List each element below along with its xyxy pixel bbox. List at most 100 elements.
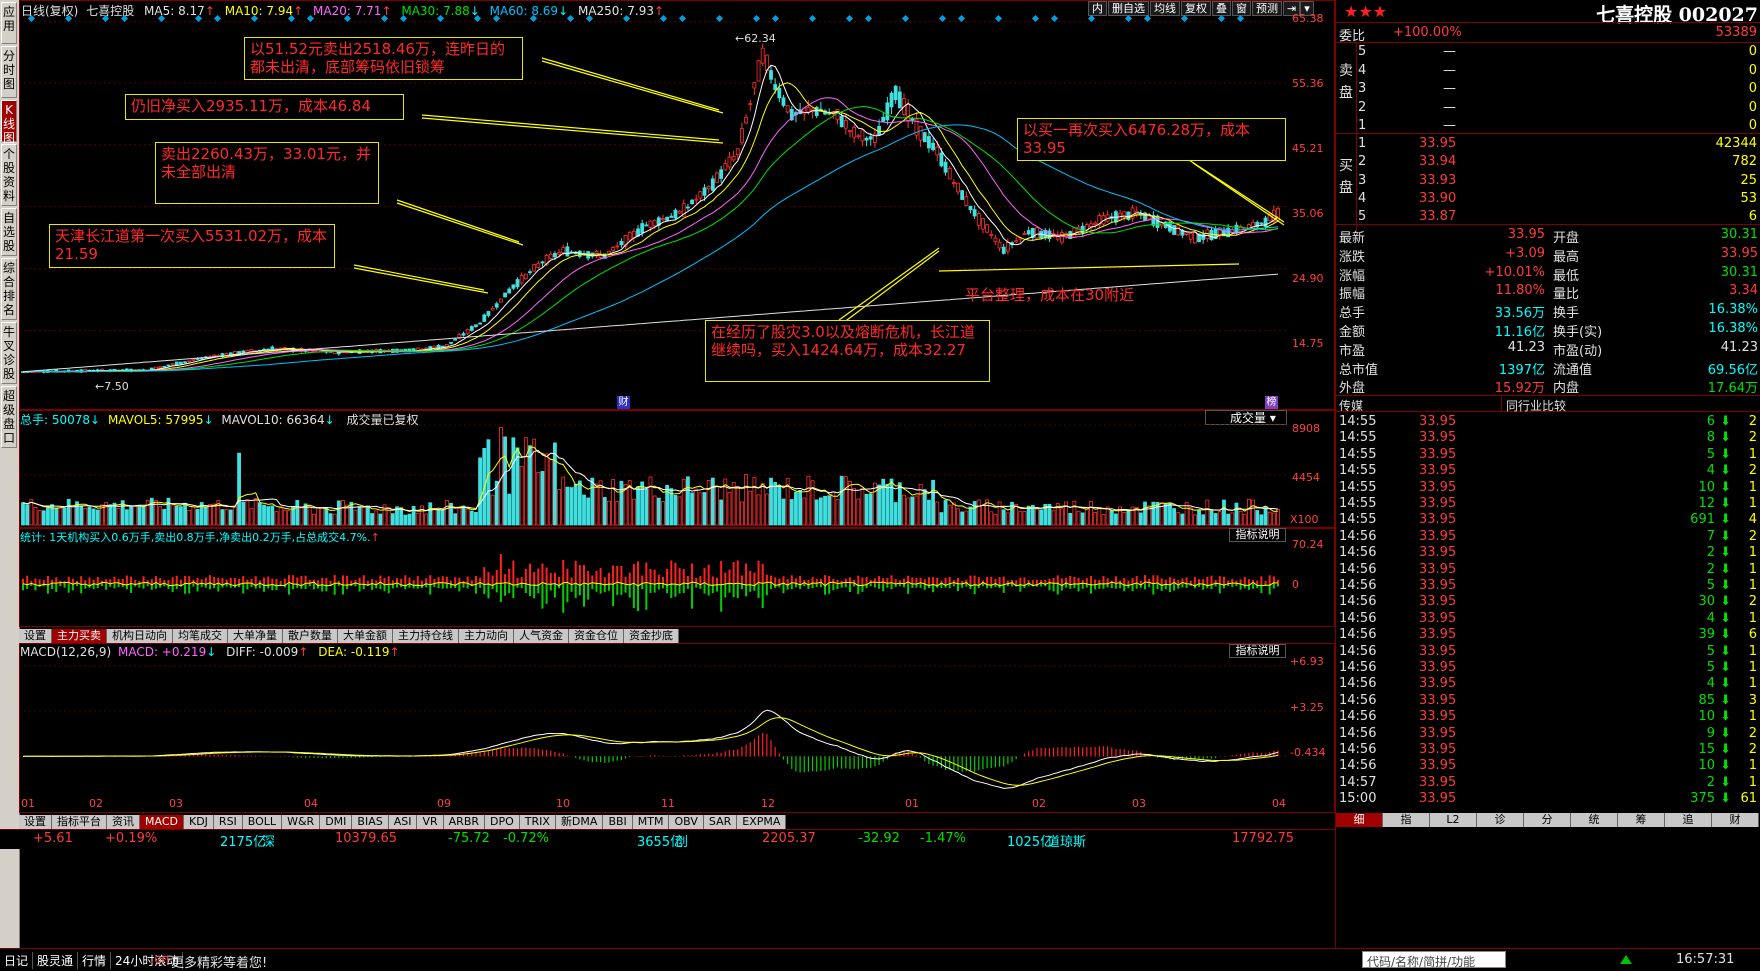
- volume-bar: [29, 499, 34, 526]
- indicator-tab-3[interactable]: 均笔成交: [173, 629, 228, 643]
- price-chart[interactable]: [19, 0, 1335, 410]
- indicator-tab-bottom-6[interactable]: BOLL: [242, 815, 283, 829]
- tick-count: 2: [1748, 414, 1757, 429]
- volume-bar: [46, 506, 50, 526]
- indicator-tab-bottom-7[interactable]: W&R: [282, 815, 321, 829]
- nav-diagnosis[interactable]: 牛叉诊股: [1, 322, 17, 384]
- indicator-tab-2[interactable]: 机构日动向: [107, 629, 173, 643]
- candle-body: [943, 161, 948, 173]
- indicator-tab-10[interactable]: 资金仓位: [569, 629, 624, 643]
- indicator-tab-bottom-17[interactable]: MTM: [632, 815, 670, 829]
- indicator-tab-0[interactable]: 设置: [19, 629, 52, 643]
- indicator-tab-bottom-5[interactable]: RSI: [213, 815, 243, 829]
- indicator-tab-bottom-1[interactable]: 指标平台: [52, 815, 107, 829]
- indicator-tab-1[interactable]: 主力买卖: [52, 629, 107, 643]
- indicator-tab-bottom-14[interactable]: TRIX: [519, 815, 556, 829]
- quote-tab-5[interactable]: 统: [1571, 813, 1618, 827]
- indicator-tab-bottom-16[interactable]: BBI: [603, 815, 633, 829]
- quote-tab-3[interactable]: 诊: [1477, 813, 1524, 827]
- indicator-tab-bottom-0[interactable]: 设置: [19, 815, 52, 829]
- ranking-marker[interactable]: 榜: [1265, 396, 1278, 409]
- finance-marker[interactable]: 财: [617, 396, 630, 409]
- volume-bar: [1060, 508, 1064, 526]
- quote-tab-6[interactable]: 筹: [1618, 813, 1665, 827]
- indicator-tab-bottom-18[interactable]: OBV: [669, 815, 704, 829]
- buy-level-row[interactable]: 1 33.95 42344: [1336, 135, 1760, 154]
- indicator-tab-bottom-9[interactable]: BIAS: [352, 815, 389, 829]
- volume-bar: [307, 506, 312, 526]
- indicator-tab-bottom-15[interactable]: 新DMA: [555, 815, 604, 829]
- candle-body: [1188, 233, 1193, 240]
- sell-level-row[interactable]: 4 — 0: [1336, 62, 1760, 81]
- indicator-tab-bottom-10[interactable]: ASI: [388, 815, 418, 829]
- indicator-tab-bottom-2[interactable]: 资讯: [107, 815, 140, 829]
- indicator-tab-4[interactable]: 大单净量: [228, 629, 283, 643]
- indicator-tab-bottom-20[interactable]: EXPMA: [737, 815, 787, 829]
- indicator-tab-7[interactable]: 主力持仓线: [393, 629, 459, 643]
- buy-level-row[interactable]: 4 33.90 53: [1336, 190, 1760, 209]
- peer-compare-tab[interactable]: 同行业比较: [1506, 397, 1566, 414]
- indicator-tab-6[interactable]: 大单金额: [338, 629, 393, 643]
- nav-kline-chart[interactable]: K线图: [1, 100, 17, 145]
- candle-body: [968, 205, 973, 211]
- quote-tab-4[interactable]: 分: [1524, 813, 1571, 827]
- indicator-tab-bottom-13[interactable]: DPO: [485, 815, 520, 829]
- sell-level-row[interactable]: 2 — 0: [1336, 99, 1760, 118]
- down-arrow-icon: ⬇: [1720, 463, 1731, 479]
- indicator-tab-11[interactable]: 资金抄底: [624, 629, 679, 643]
- candle-body: [964, 196, 969, 206]
- volume-bar: [1251, 499, 1255, 526]
- status-item-0[interactable]: 日记: [0, 952, 34, 969]
- buy-level-row[interactable]: 3 33.93 25: [1336, 172, 1760, 191]
- volume-bar: [407, 513, 412, 526]
- sell-level-row[interactable]: 5 — 0: [1336, 43, 1760, 62]
- nav-intraday-chart[interactable]: 分时图: [1, 46, 17, 98]
- indicator-tab-9[interactable]: 人气资金: [514, 629, 569, 643]
- nav-watchlist[interactable]: 自选股: [1, 208, 17, 256]
- quote-tab-2[interactable]: L2: [1430, 813, 1477, 827]
- volume-bar: [631, 498, 636, 526]
- event-marker: [473, 14, 482, 23]
- nav-stock-profile[interactable]: 个股资料: [1, 144, 17, 206]
- indicator-tab-bottom-19[interactable]: SAR: [703, 815, 738, 829]
- indicator-tab-bottom-12[interactable]: ARBR: [443, 815, 486, 829]
- indicator-tab-bottom-3[interactable]: MACD: [140, 815, 184, 829]
- macd-chart[interactable]: [19, 643, 1335, 813]
- status-item-1[interactable]: 股灵通: [33, 952, 79, 969]
- event-marker: [957, 14, 966, 23]
- volume-bar: [187, 509, 192, 526]
- quote-tab-1[interactable]: 指: [1383, 813, 1430, 827]
- indicator-tab-bottom-4[interactable]: KDJ: [183, 815, 214, 829]
- quote-l1: 涨幅: [1339, 268, 1366, 284]
- volume-bar: [789, 499, 794, 526]
- indicator-tab-bottom-11[interactable]: VR: [417, 815, 444, 829]
- buy-level-row[interactable]: 2 33.94 782: [1336, 153, 1760, 172]
- status-item-2[interactable]: 行情: [78, 952, 112, 969]
- volume-chart[interactable]: [19, 410, 1335, 528]
- quote-tab-8[interactable]: 财: [1712, 813, 1759, 827]
- candle-body: [868, 136, 873, 140]
- nav-super-quote[interactable]: 超级盘口: [1, 386, 17, 448]
- tick-time: 14:56: [1339, 692, 1377, 708]
- volume-bar: [931, 479, 935, 526]
- trade-tick-row: 14:56 33.95 39 ⬇ 6: [1336, 626, 1760, 642]
- indicator-tab-5[interactable]: 散户数量: [283, 629, 338, 643]
- volume-bar: [357, 506, 362, 526]
- indicator-tab-bottom-8[interactable]: DMI: [320, 815, 353, 829]
- quote-tab-0[interactable]: 细: [1336, 813, 1383, 827]
- volume-bar: [465, 508, 470, 526]
- search-input[interactable]: 代码/名称/简拼/功能: [1362, 951, 1506, 969]
- stat-chart[interactable]: [19, 528, 1335, 627]
- promo-text[interactable]: 更多精彩等着您!: [171, 952, 267, 971]
- volume-bar: [311, 513, 316, 526]
- price-tick: 55.36: [1292, 77, 1324, 90]
- tick-time: 14:55: [1339, 446, 1377, 462]
- quote-tab-7[interactable]: 追: [1665, 813, 1712, 827]
- volume-bar: [133, 505, 138, 526]
- nav-app[interactable]: 应用: [1, 2, 17, 44]
- indicator-tab-8[interactable]: 主力动向: [459, 629, 514, 643]
- tick-time: 14:55: [1339, 512, 1377, 528]
- nav-ranking[interactable]: 综合排名: [1, 258, 17, 320]
- tick-count: 2: [1748, 742, 1757, 757]
- sell-level-row[interactable]: 3 — 0: [1336, 80, 1760, 99]
